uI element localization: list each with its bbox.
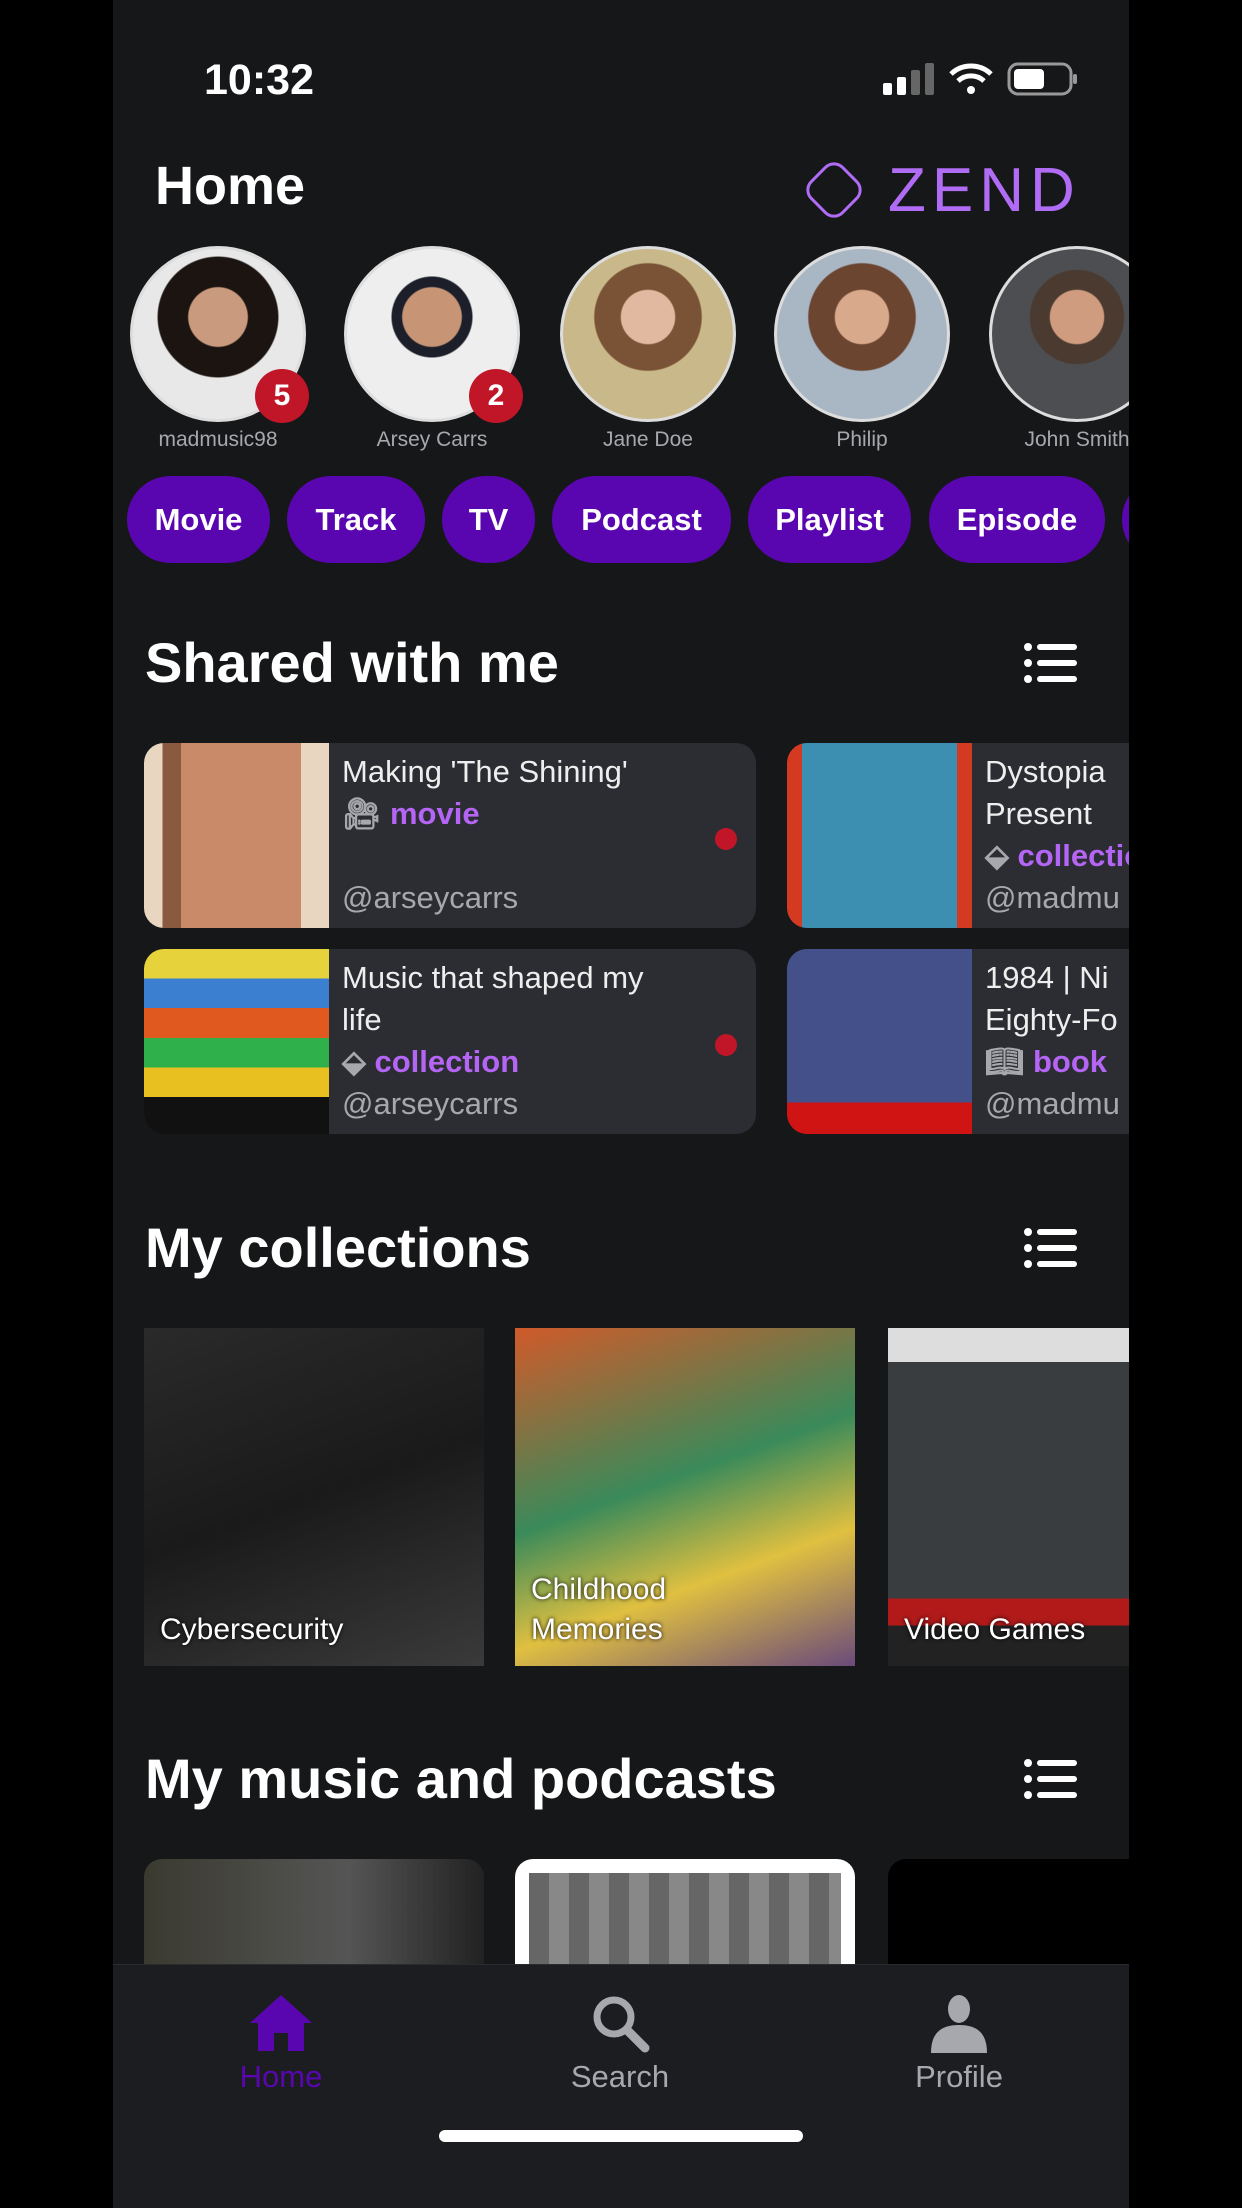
book-reader-icon: 📖︎ <box>985 1044 1025 1079</box>
section-title-shared: Shared with me <box>145 631 559 694</box>
item-user: @madmu <box>985 1086 1120 1121</box>
tab-search[interactable]: Search <box>520 1993 720 2095</box>
friend-name: Philip <box>836 428 888 451</box>
logo-text: ZEND <box>888 155 1081 225</box>
item-title: 1984 | Ni Eighty-Fo <box>985 960 1118 1037</box>
list-view-icon[interactable] <box>1024 643 1077 683</box>
profile-icon <box>931 1995 987 2053</box>
battery-icon <box>1007 62 1077 96</box>
filter-chip-movie[interactable]: Movie <box>127 476 270 563</box>
item-title: Making 'The Shining' <box>342 754 628 789</box>
film-camera-icon: 🎥︎ <box>342 796 382 831</box>
item-type: collection <box>1017 838 1129 873</box>
zend-logo: ZEND <box>796 152 1081 228</box>
item-title: Music that shaped my life <box>342 960 644 1037</box>
item-type: book <box>1032 1044 1108 1079</box>
filter-chip-track[interactable]: Track <box>287 476 425 563</box>
section-title-collections: My collections <box>145 1216 531 1279</box>
phone-screen: 10:32 Home ZEND 5 madmusic98 2 Arsey Car… <box>113 0 1129 2208</box>
collection-label: Video Games <box>904 1613 1086 1646</box>
unread-badge: 2 <box>469 369 523 423</box>
friend-name: Jane Doe <box>603 428 693 451</box>
collection-label: Childhood Memories <box>531 1573 667 1646</box>
tab-bar: Home Search Profile <box>113 1964 1129 2208</box>
thumbnail <box>144 743 329 928</box>
thumbnail <box>787 949 972 1134</box>
collection-tile[interactable]: Video Games <box>888 1328 1129 1666</box>
item-type: movie <box>389 796 480 831</box>
shared-item-card[interactable]: 1984 | Ni Eighty-Fo 📖︎ book @madmu <box>787 949 1129 1134</box>
unread-dot <box>715 828 737 850</box>
music-tile[interactable] <box>144 1859 484 1979</box>
diamond-logo-icon <box>806 162 862 218</box>
layers-icon: ⬙ <box>985 838 1009 873</box>
avatar[interactable] <box>774 246 950 422</box>
section-title-music: My music and podcasts <box>145 1747 777 1810</box>
avatar[interactable] <box>989 246 1129 422</box>
filter-chip-episode[interactable]: Episode <box>929 476 1105 563</box>
item-user: @arseycarrs <box>342 1086 519 1121</box>
home-icon <box>250 1995 312 2051</box>
tab-label: Home <box>239 2059 323 2094</box>
tab-label: Search <box>570 2059 670 2094</box>
music-tile[interactable] <box>888 1859 1129 1979</box>
list-view-icon[interactable] <box>1024 1228 1077 1268</box>
thumbnail <box>787 743 972 928</box>
collection-label: Cybersecurity <box>160 1613 344 1646</box>
friend-name: John Smith <box>1024 428 1129 451</box>
music-tile[interactable] <box>515 1859 855 1979</box>
filter-chip-podcast[interactable]: Podcast <box>552 476 731 563</box>
search-icon <box>593 1996 650 2053</box>
list-view-icon[interactable] <box>1024 1759 1077 1799</box>
tab-label: Profile <box>915 2059 1003 2094</box>
collection-tile[interactable]: Cybersecurity <box>144 1328 484 1666</box>
signal-icon <box>883 63 934 95</box>
page-title: Home <box>155 156 306 216</box>
home-indicator <box>439 2130 803 2142</box>
item-type: collection <box>374 1044 520 1079</box>
thumbnail <box>144 949 329 1134</box>
status-icons <box>883 62 1079 96</box>
wifi-icon <box>949 63 993 94</box>
unread-badge: 5 <box>255 369 309 423</box>
collection-tile[interactable]: Childhood Memories <box>515 1328 855 1666</box>
friend-name: Arsey Carrs <box>376 428 488 451</box>
avatar[interactable] <box>560 246 736 422</box>
filter-chip-more[interactable] <box>1122 476 1129 563</box>
filter-chip-playlist[interactable]: Playlist <box>748 476 911 563</box>
unread-dot <box>715 1034 737 1056</box>
item-title: Dystopia Present <box>985 754 1106 831</box>
friend-name: madmusic98 <box>158 428 278 451</box>
shared-item-card[interactable]: Dystopia Present ⬙ collection @madmu <box>787 743 1129 928</box>
filter-chip-tv[interactable]: TV <box>442 476 535 563</box>
tab-home[interactable]: Home <box>181 1993 381 2095</box>
layers-icon: ⬙ <box>342 1044 366 1079</box>
tab-profile[interactable]: Profile <box>859 1993 1059 2095</box>
status-time: 10:32 <box>204 56 314 104</box>
shared-item-card[interactable]: Making 'The Shining' 🎥︎ movie @arseycarr… <box>144 743 756 928</box>
shared-item-card[interactable]: Music that shaped my life ⬙ collection @… <box>144 949 756 1134</box>
item-user: @madmu <box>985 880 1120 915</box>
item-user: @arseycarrs <box>342 880 519 915</box>
